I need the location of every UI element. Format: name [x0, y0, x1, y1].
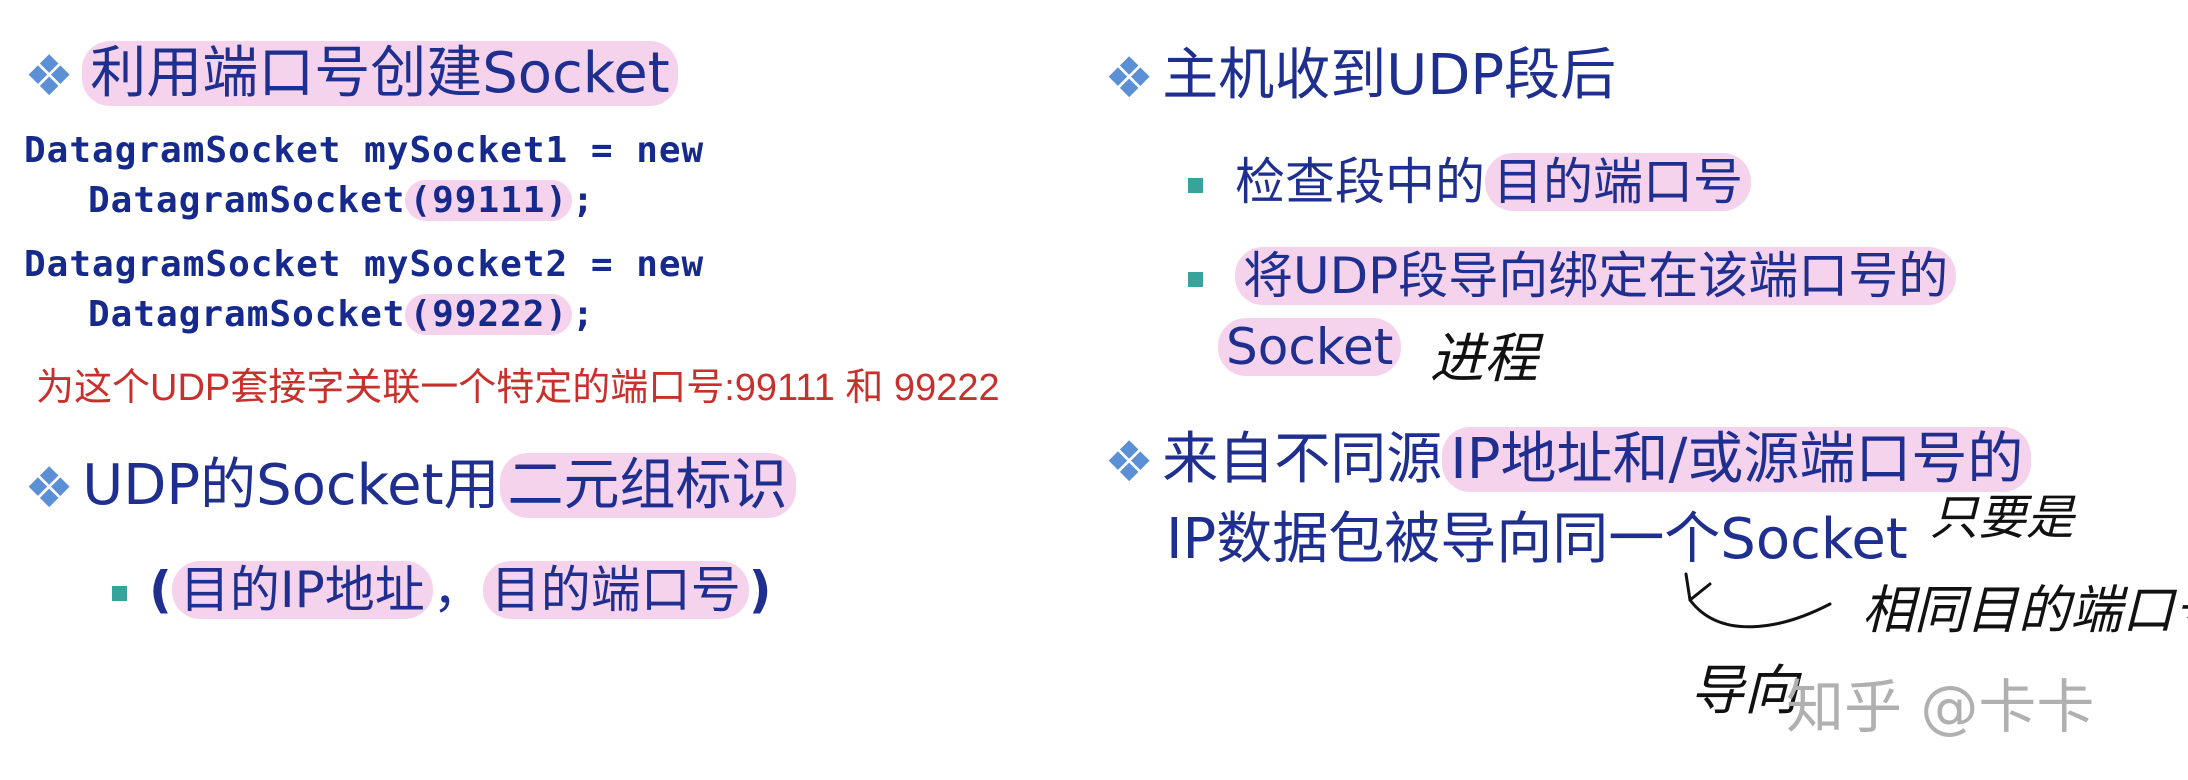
zhihu-watermark: 知乎 @卡卡 — [1786, 673, 2095, 741]
